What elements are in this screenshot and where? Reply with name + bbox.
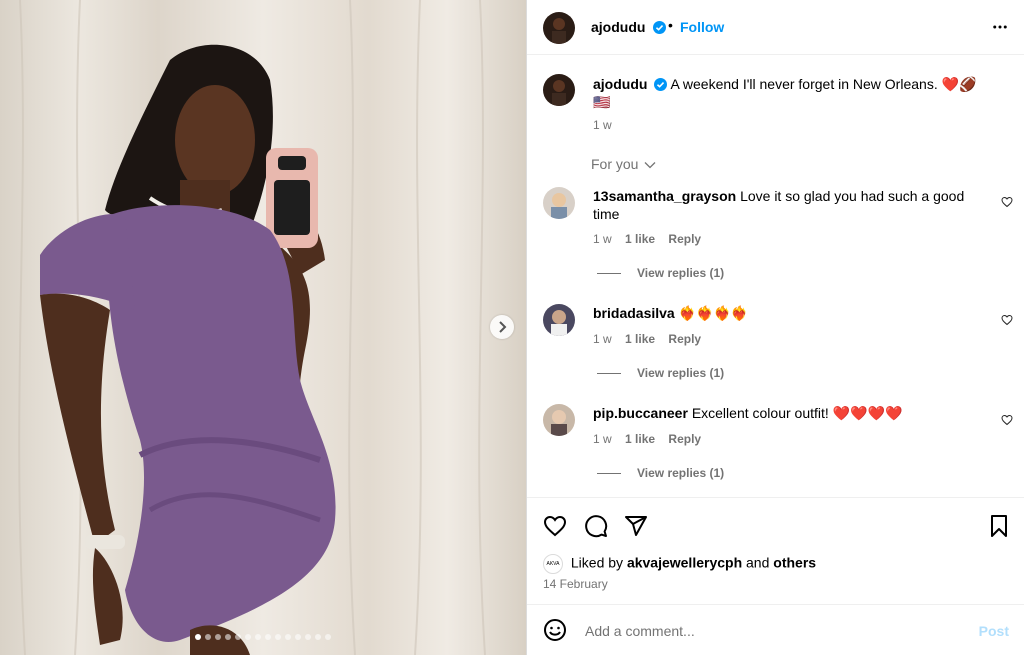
like-button[interactable] — [543, 514, 567, 543]
comment-time: 1 w — [593, 232, 612, 246]
more-options-icon — [993, 25, 1007, 29]
carousel-dot — [295, 634, 301, 640]
likes-summary: AKVA Liked by akvajewellerycph and other… — [543, 554, 816, 574]
comment-time: 1 w — [593, 332, 612, 346]
carousel-dot — [225, 634, 231, 640]
bookmark-icon — [991, 515, 1007, 537]
add-comment-bar: Post — [527, 604, 1024, 655]
comment-like-heart-icon[interactable] — [1001, 196, 1013, 208]
post-date: 14 February — [543, 577, 608, 591]
sort-comments-dropdown[interactable]: For you — [591, 156, 656, 172]
carousel-dot — [315, 634, 321, 640]
comment-likes[interactable]: 1 like — [625, 232, 655, 246]
post-image[interactable] — [0, 0, 526, 655]
comment-meta: 1 w 1 like Reply — [593, 232, 701, 246]
view-replies-label: View replies (1) — [637, 266, 725, 280]
comment-meta: 1 w 1 like Reply — [593, 332, 701, 346]
photo-illustration — [0, 0, 526, 655]
more-options-button[interactable] — [991, 18, 1009, 41]
comment-text: Excellent colour outfit! ❤️❤️❤️❤️ — [691, 405, 903, 421]
view-replies-button[interactable]: View replies (1) — [597, 366, 724, 380]
comment-text: ❤️‍🔥❤️‍🔥❤️‍🔥❤️‍🔥 — [678, 305, 749, 321]
comment-avatar[interactable] — [543, 304, 575, 336]
separator-dot: • — [668, 17, 673, 33]
liked-by-and: and — [746, 554, 770, 571]
carousel-dot — [325, 634, 331, 640]
carousel-dot — [235, 634, 241, 640]
verified-badge-icon — [654, 78, 668, 91]
comment-avatar[interactable] — [543, 187, 575, 219]
comment-like-heart-icon[interactable] — [1001, 414, 1013, 426]
author-avatar[interactable] — [543, 12, 575, 44]
reply-button[interactable]: Reply — [668, 232, 701, 246]
view-replies-label: View replies (1) — [637, 366, 725, 380]
replies-divider-line — [597, 373, 621, 375]
carousel-dots — [0, 634, 526, 640]
caption-text: A weekend I'll never forget in New Orlea… — [670, 76, 977, 92]
caption-time: 1 w — [593, 118, 612, 132]
heart-icon — [543, 515, 567, 537]
liker-avatar[interactable]: AKVA — [543, 554, 563, 574]
view-replies-label: View replies (1) — [637, 466, 725, 480]
sort-label: For you — [591, 156, 639, 172]
comment-input[interactable] — [583, 619, 967, 643]
next-slide-button[interactable] — [490, 315, 514, 339]
comment-text: Love it so glad you had such a good — [740, 188, 965, 204]
caption: ajodudu A weekend I'll never forget in N… — [593, 75, 1003, 111]
comment-button[interactable] — [584, 514, 608, 543]
liked-by-others[interactable]: others — [773, 555, 816, 571]
comment-icon — [585, 515, 608, 538]
carousel-dot — [255, 634, 261, 640]
chevron-down-icon — [644, 162, 656, 169]
follow-button[interactable]: Follow — [680, 19, 724, 35]
comment-time: 1 w — [593, 432, 612, 446]
comment-username[interactable]: 13samantha_grayson — [593, 188, 736, 204]
view-replies-button[interactable]: View replies (1) — [597, 466, 724, 480]
carousel-dot — [215, 634, 221, 640]
liker-username[interactable]: akvajewellerycph — [627, 555, 742, 571]
emoji-button[interactable] — [543, 618, 567, 647]
comment-likes[interactable]: 1 like — [625, 432, 655, 446]
reply-button[interactable]: Reply — [668, 432, 701, 446]
post-side-panel: ajodudu • Follow ajodudu A weekend I'll … — [526, 0, 1024, 655]
share-icon — [625, 516, 647, 536]
verified-badge-icon — [653, 21, 666, 34]
emoji-icon — [544, 619, 566, 641]
caption-flag: 🇺🇸 — [593, 94, 611, 110]
caption-username[interactable]: ajodudu — [593, 76, 647, 92]
save-button[interactable] — [987, 514, 1011, 543]
author-username[interactable]: ajodudu — [591, 19, 645, 35]
comment-text-continued: time — [593, 206, 620, 222]
comment-like-heart-icon[interactable] — [1001, 314, 1013, 326]
caption-avatar[interactable] — [543, 74, 575, 106]
comment-username[interactable]: pip.buccaneer — [593, 405, 688, 421]
replies-divider-line — [597, 473, 621, 475]
carousel-dot — [245, 634, 251, 640]
post-actions: AKVA Liked by akvajewellerycph and other… — [527, 497, 1024, 603]
comment-username[interactable]: bridadasilva — [593, 305, 675, 321]
view-replies-button[interactable]: View replies (1) — [597, 266, 724, 280]
comment-meta: 1 w 1 like Reply — [593, 432, 701, 446]
comment-avatar[interactable] — [543, 404, 575, 436]
post-header: ajodudu • Follow — [527, 0, 1024, 55]
carousel-dot — [265, 634, 271, 640]
carousel-dot — [195, 634, 201, 640]
comments-section: ajodudu A weekend I'll never forget in N… — [527, 56, 1024, 496]
comment-text-block: bridadasilva ❤️‍🔥❤️‍🔥❤️‍🔥❤️‍🔥 — [593, 304, 983, 322]
post-comment-button[interactable]: Post — [979, 623, 1009, 639]
carousel-dot — [205, 634, 211, 640]
share-button[interactable] — [624, 514, 648, 543]
replies-divider-line — [597, 273, 621, 275]
chevron-right-icon — [499, 321, 507, 333]
comment-text-block: pip.buccaneer Excellent colour outfit! ❤… — [593, 404, 983, 422]
carousel-dot — [275, 634, 281, 640]
carousel-dot — [285, 634, 291, 640]
comment-likes[interactable]: 1 like — [625, 332, 655, 346]
liked-by-prefix: Liked by — [570, 554, 624, 571]
reply-button[interactable]: Reply — [668, 332, 701, 346]
comment-text-block: 13samantha_grayson Love it so glad you h… — [593, 187, 983, 223]
carousel-dot — [305, 634, 311, 640]
